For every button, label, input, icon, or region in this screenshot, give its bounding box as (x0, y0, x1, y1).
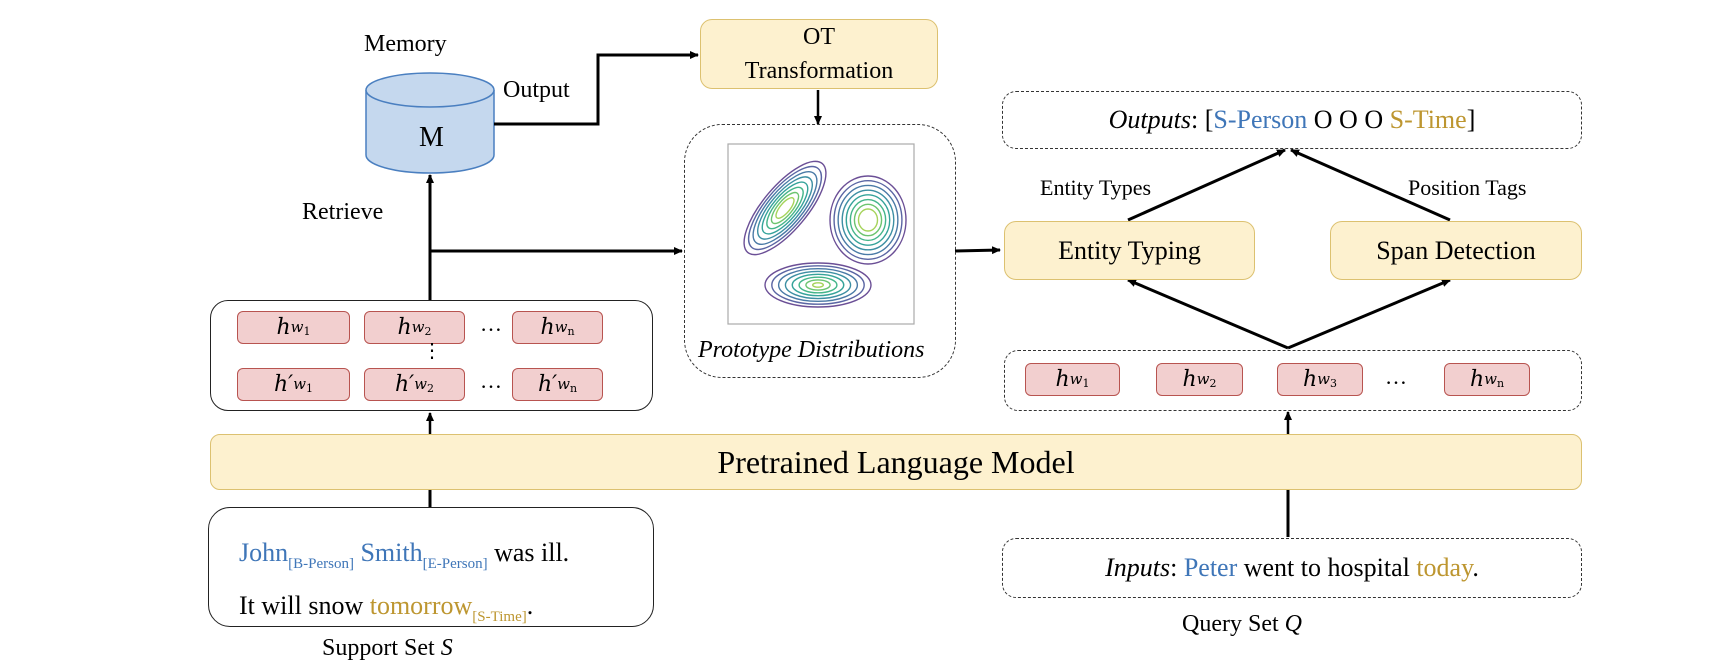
support-hidden-prime-cell: h′ w2 (364, 368, 465, 401)
query-inputs-box: Inputs: Peter went to hospital today. (1002, 538, 1582, 598)
outputs-open: : [ (1190, 105, 1214, 134)
query-hidden-cell: h w2 (1156, 363, 1243, 396)
support-line1-segment: was ill. (487, 538, 570, 567)
support-sentence-1: John[B-Person] Smith[E-Person] was ill. (239, 532, 653, 585)
support-hidden-cell: h w2 (364, 311, 465, 344)
support-sentence-2: It will snow tomorrow[S-Time]. (239, 585, 653, 638)
output-edge-label: Output (503, 77, 570, 103)
support-hidden-prime-cell: h′ wn (512, 368, 603, 401)
support-hidden-cell: h wn (512, 311, 603, 344)
vertical-ellipsis: ⋮ (422, 340, 442, 362)
retrieve-edge-label: Retrieve (302, 199, 384, 225)
support-line2-segment: tomorrow (369, 591, 473, 620)
arrow-query-to-span-detection (1287, 278, 1451, 350)
arrow-query-to-entity-typing (1127, 278, 1289, 350)
ot-transformation-line2: Transformation (744, 58, 894, 84)
support-line2-segment: It will snow (239, 591, 370, 620)
entity-typing-label: Entity Typing (1058, 235, 1201, 265)
support-hidden-cell: h w1 (237, 311, 350, 344)
span-detection-label: Span Detection (1376, 235, 1536, 265)
outputs-box: Outputs: [S-Person O O O S-Time] (1002, 91, 1582, 149)
support-set-caption: Support Set S (322, 636, 453, 660)
query-input-segment: went to hospital (1237, 553, 1417, 582)
plm-label: Pretrained Language Model (717, 443, 1075, 480)
inputs-label: Inputs (1105, 553, 1171, 582)
outputs-close: ] (1466, 105, 1476, 134)
query-set-caption-text: Query Set (1182, 611, 1285, 637)
support-line1-segment: John (239, 538, 289, 567)
ot-transformation-line1: OT (803, 24, 835, 50)
query-hidden-cell: h wn (1444, 363, 1530, 396)
support-set-box: John[B-Person] Smith[E-Person] was ill. … (208, 507, 654, 627)
ellipsis: … (1385, 364, 1407, 389)
memory-title: Memory (364, 31, 447, 57)
ellipsis: … (480, 311, 502, 336)
inputs-colon: : (1170, 553, 1184, 582)
entity-typing-box: Entity Typing (1004, 221, 1255, 280)
query-inputs-text: Inputs: Peter went to hospital today. (1105, 553, 1479, 583)
query-hidden-cell: h w1 (1025, 363, 1120, 396)
query-set-caption: Query Set Q (1182, 612, 1302, 636)
support-line2-segment: . (526, 591, 534, 620)
support-line1-segment: [B-Person] (288, 556, 354, 572)
support-line2-segment: [S-Time] (472, 609, 527, 625)
ellipsis: … (480, 368, 502, 393)
arrow-prototype-to-entity-typing (954, 246, 1001, 255)
arrow-entity-typing-to-outputs (1127, 148, 1286, 222)
query-hidden-cell: h w3 (1277, 363, 1363, 396)
entity-types-edge-label: Entity Types (1040, 175, 1152, 200)
prototype-distributions-label: Prototype Distributions (698, 337, 925, 363)
output-tag-segment: S-Time (1389, 105, 1467, 134)
ot-transformation-box: OT Transformation (700, 19, 938, 89)
query-input-segment: . (1472, 553, 1479, 582)
output-tag-segment: S-Person (1213, 105, 1308, 134)
query-set-variable: Q (1284, 611, 1302, 637)
outputs-label: Outputs (1108, 105, 1191, 134)
memory-symbol: M (419, 122, 444, 153)
span-detection-box: Span Detection (1330, 221, 1582, 280)
support-line1-segment: [E-Person] (422, 556, 488, 572)
support-hidden-prime-cell: h′ w1 (237, 368, 350, 401)
query-input-segment: Peter (1183, 553, 1238, 582)
outputs-text: Outputs: [S-Person O O O S-Time] (1109, 105, 1476, 135)
pretrained-language-model-box: Pretrained Language Model (210, 434, 1582, 490)
support-set-caption-text: Support Set (322, 635, 441, 661)
output-tag-segment: O O O (1307, 105, 1390, 134)
support-line1-segment: Smith (353, 538, 423, 567)
support-set-variable: S (440, 635, 453, 661)
query-input-segment: today (1416, 553, 1473, 582)
position-tags-edge-label: Position Tags (1408, 175, 1527, 200)
